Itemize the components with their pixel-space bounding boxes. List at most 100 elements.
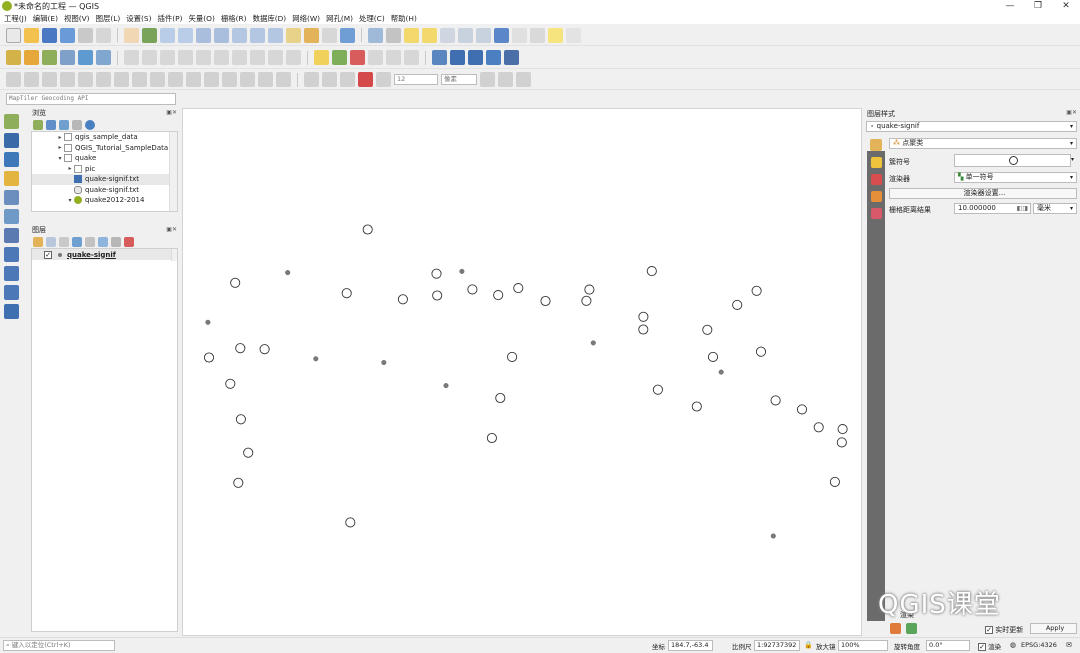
coordinate-input[interactable]: 184.7,-63.4: [668, 640, 713, 651]
database-icon[interactable]: [432, 50, 447, 65]
renderer-settings-button[interactable]: 渲染器设置...: [889, 188, 1077, 199]
statistics-icon[interactable]: [494, 27, 509, 43]
menu-edit[interactable]: 编辑(E): [33, 13, 58, 24]
rotate-feature-icon[interactable]: [42, 72, 57, 87]
layer-visibility-checkbox[interactable]: ✓: [44, 250, 52, 259]
zoom-selection-icon[interactable]: [232, 27, 247, 43]
clear-value-icon[interactable]: ◧◨: [1017, 204, 1028, 213]
add-mesh-layer-icon[interactable]: [78, 50, 93, 65]
deselect-icon[interactable]: [440, 27, 455, 43]
new-3d-view-icon[interactable]: [304, 27, 319, 43]
crs-globe-icon[interactable]: ◍: [1010, 641, 1016, 649]
save-edits-icon[interactable]: [142, 50, 157, 65]
masks-tab-icon[interactable]: [871, 174, 882, 185]
cut-features-icon[interactable]: [214, 50, 229, 65]
sub-renderer-select[interactable]: ▚ 单一符号 ▾: [954, 172, 1077, 183]
chevron-down-icon[interactable]: ▾: [1071, 156, 1074, 163]
open-project-icon[interactable]: [24, 27, 39, 43]
advanced-digitize-icon[interactable]: [6, 72, 21, 87]
add-selected-icon[interactable]: [33, 119, 43, 130]
paste-features-icon[interactable]: [250, 50, 265, 65]
zoom-in-icon[interactable]: [160, 27, 175, 43]
browser-item[interactable]: quake-signif.txt: [32, 174, 177, 185]
menu-help[interactable]: 帮助(H): [391, 13, 417, 24]
maximize-button[interactable]: ❐: [1024, 0, 1052, 12]
measure-icon[interactable]: [530, 27, 545, 43]
python-console-icon[interactable]: [486, 50, 501, 65]
sum-icon[interactable]: [512, 27, 527, 43]
add-vector-layer-icon[interactable]: [42, 50, 57, 65]
bookmark-icon[interactable]: [322, 27, 337, 43]
collapse-all-icon[interactable]: [72, 119, 82, 130]
collapse-all-layers-icon[interactable]: [111, 236, 121, 247]
add-group-icon[interactable]: [46, 236, 56, 247]
add-feature-icon[interactable]: [160, 50, 175, 65]
expand-arrow-icon[interactable]: ▾: [66, 197, 74, 204]
align-left-icon[interactable]: [304, 72, 319, 87]
add-wms-icon[interactable]: [4, 247, 19, 262]
expand-all-icon[interactable]: [98, 236, 108, 247]
remove-layer-icon[interactable]: [124, 236, 134, 247]
menu-project[interactable]: 工程(J): [4, 13, 27, 24]
label-tool-icon[interactable]: [314, 50, 329, 65]
filter-legend-icon[interactable]: [72, 236, 82, 247]
map-tips-icon[interactable]: [548, 27, 563, 43]
print-layout-icon[interactable]: [78, 27, 93, 43]
add-spatialite-icon[interactable]: [4, 209, 19, 224]
align-center-icon[interactable]: [322, 72, 337, 87]
simplify-feature-icon[interactable]: [60, 72, 75, 87]
add-delimited-text-icon[interactable]: [96, 50, 111, 65]
change-label-icon[interactable]: [404, 50, 419, 65]
filter-expression-icon[interactable]: [85, 236, 95, 247]
web-search-icon[interactable]: [468, 50, 483, 65]
map-canvas[interactable]: [182, 108, 862, 636]
topology-icon[interactable]: [498, 72, 513, 87]
browser-item[interactable]: ▾ quake: [32, 153, 177, 164]
browser-scrollbar[interactable]: [169, 132, 177, 211]
scale-select[interactable]: 1:92737392: [754, 640, 800, 651]
rotate-symbols-icon[interactable]: [276, 72, 291, 87]
delete-part-icon[interactable]: [150, 72, 165, 87]
panel-float-close-icon[interactable]: ▣✕: [166, 226, 177, 233]
expand-arrow-icon[interactable]: ▸: [66, 165, 74, 172]
offset-curve-icon[interactable]: [186, 72, 201, 87]
panel-float-close-icon[interactable]: ▣✕: [166, 109, 177, 116]
layer-select[interactable]: ∙ quake-signif ▾: [866, 121, 1077, 132]
select-by-value-icon[interactable]: [422, 27, 437, 43]
distance-input[interactable]: 10.000000 ◧◨: [954, 203, 1031, 214]
menu-layer[interactable]: 图层(L): [96, 13, 121, 24]
menu-plugins[interactable]: 插件(P): [157, 13, 182, 24]
layers-scrollbar[interactable]: [171, 249, 177, 261]
delete-selected-icon[interactable]: [196, 50, 211, 65]
zoom-out-icon[interactable]: [178, 27, 193, 43]
live-update-checkbox[interactable]: ✓ 实时更新: [985, 625, 1023, 635]
minimize-button[interactable]: —: [996, 0, 1024, 12]
menu-mesh[interactable]: 网孔(M): [326, 13, 353, 24]
menu-raster[interactable]: 栅格(R): [221, 13, 247, 24]
add-ring-icon[interactable]: [78, 72, 93, 87]
expand-arrow-icon[interactable]: ▸: [56, 144, 64, 151]
panel-float-close-icon[interactable]: ▣✕: [1066, 109, 1077, 116]
cluster-symbol-button[interactable]: [954, 154, 1071, 167]
close-button[interactable]: ✕: [1052, 0, 1080, 12]
add-raster-layer-icon[interactable]: [60, 50, 75, 65]
magnifier-input[interactable]: 100%: [838, 640, 888, 651]
rotation-input[interactable]: 0.0°: [926, 640, 970, 651]
rotate-label-icon[interactable]: [386, 50, 401, 65]
menu-web[interactable]: 网络(W): [292, 13, 320, 24]
distance-unit-select[interactable]: 毫米 ▾: [1033, 203, 1077, 214]
layout-manager-icon[interactable]: [96, 27, 111, 43]
zoom-layer-icon[interactable]: [214, 27, 229, 43]
toggle-editing-icon[interactable]: [124, 50, 139, 65]
add-wfs-icon[interactable]: [4, 266, 19, 281]
pan-hand-icon[interactable]: [124, 27, 139, 43]
menu-settings[interactable]: 设置(S): [126, 13, 151, 24]
align-right-icon[interactable]: [340, 72, 355, 87]
menu-processing[interactable]: 处理(C): [359, 13, 385, 24]
manage-themes-icon[interactable]: [59, 236, 69, 247]
expand-arrow-icon[interactable]: ▾: [56, 155, 64, 162]
labels-tab-icon[interactable]: [871, 157, 882, 168]
vertex-tool-icon[interactable]: [178, 50, 193, 65]
text-annotation-icon[interactable]: [566, 27, 581, 43]
save-as-icon[interactable]: [60, 27, 75, 43]
